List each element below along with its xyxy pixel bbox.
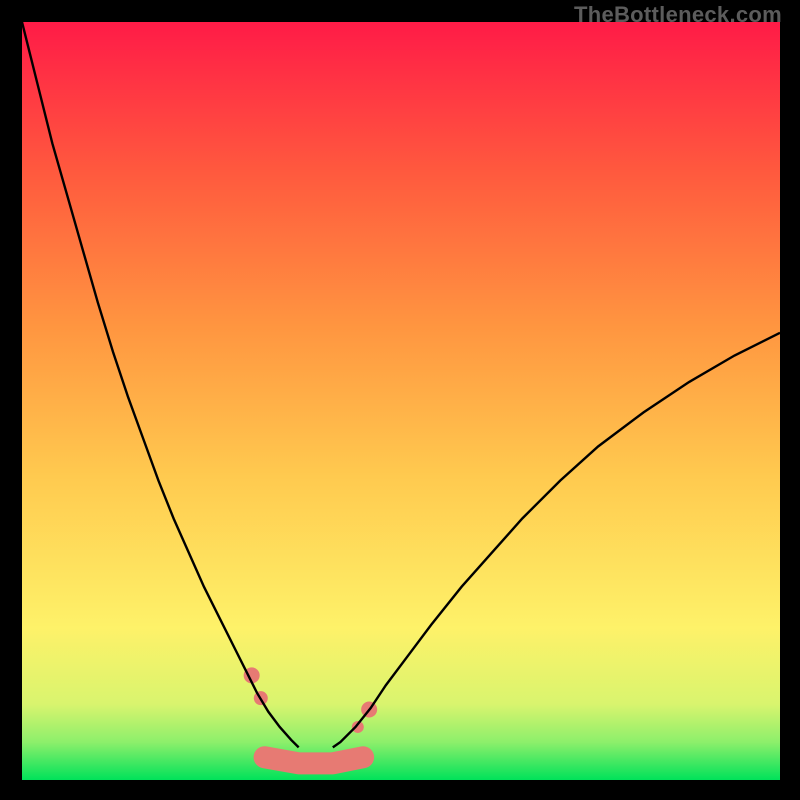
bottleneck-chart: [22, 22, 780, 780]
series-valley-floor: [265, 757, 364, 763]
valley-floor-band: [265, 757, 364, 763]
